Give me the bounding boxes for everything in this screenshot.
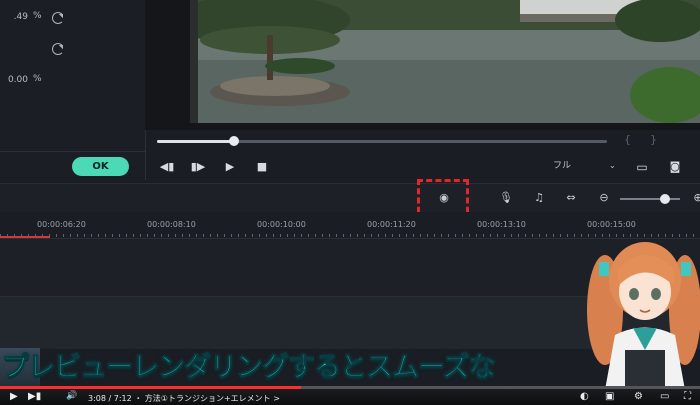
- reset-icon[interactable]: [52, 12, 64, 24]
- ruler-ticks: [0, 234, 700, 237]
- mark-in-icon[interactable]: {: [624, 133, 631, 146]
- ruler-tick-label: 00:00:08:10: [147, 220, 196, 229]
- subtitles-icon[interactable]: ▣: [605, 391, 614, 402]
- mark-out-icon[interactable]: }: [650, 133, 657, 146]
- ruler-tick-label: 00:00:11:20: [367, 220, 416, 229]
- subtitle-caption: プレビューレンダリングするとスムーズな: [2, 352, 497, 384]
- fit-timeline-icon[interactable]: ⇔: [563, 190, 579, 206]
- preview-progress-fill: [157, 140, 234, 143]
- autoplay-toggle-icon[interactable]: ◐: [580, 391, 589, 402]
- zoom-in-icon[interactable]: ⊕: [690, 190, 700, 206]
- property-unit: %: [33, 74, 42, 84]
- property-value[interactable]: 0.00: [0, 72, 28, 88]
- preview-video: [190, 0, 700, 123]
- previous-frame-icon[interactable]: ◀▮: [158, 158, 176, 176]
- zoom-slider-track[interactable]: [620, 198, 680, 200]
- ruler-tick-label: 00:00:15:00: [587, 220, 636, 229]
- timeline-toolbar: [0, 183, 700, 212]
- reset-icon[interactable]: [52, 43, 64, 55]
- divider: [0, 151, 145, 152]
- property-value[interactable]: .49: [0, 9, 28, 25]
- ruler-tick-label: 00:00:06:20: [37, 220, 86, 229]
- japanese-garden-image: [190, 0, 700, 123]
- audio-file-icon[interactable]: ♫: [531, 190, 547, 206]
- zoom-slider-handle[interactable]: [660, 194, 670, 204]
- ok-button[interactable]: OK: [72, 157, 129, 176]
- player-time-chapter[interactable]: 3:08 / 7:12 ・ 方法①トランジション+エレメント >: [88, 393, 280, 404]
- chevron-down-icon: ⌄: [609, 161, 616, 170]
- fullscreen-icon[interactable]: ⛶: [684, 391, 691, 402]
- next-icon[interactable]: ▶▮: [28, 391, 41, 402]
- player-progress-fill: [0, 386, 301, 389]
- monitor-icon[interactable]: ▭: [633, 158, 651, 176]
- preview-progress-handle[interactable]: [228, 136, 239, 146]
- gear-icon[interactable]: ⚙: [634, 391, 643, 402]
- volume-icon[interactable]: 🔊: [66, 391, 77, 401]
- ruler-tick-label: 00:00:10:00: [257, 220, 306, 229]
- next-frame-icon[interactable]: ▮▶: [189, 158, 207, 176]
- properties-panel: .49 % 0.00 %: [0, 0, 146, 180]
- play-icon[interactable]: ▶: [221, 158, 239, 176]
- zoom-out-icon[interactable]: ⊖: [596, 190, 612, 206]
- property-unit: %: [33, 11, 42, 21]
- ruler-tick-label: 00:00:13:10: [477, 220, 526, 229]
- preview-quality-select[interactable]: フル ⌄: [553, 157, 616, 175]
- miniplayer-icon[interactable]: ▭: [660, 391, 669, 402]
- play-icon[interactable]: ▶: [10, 391, 18, 402]
- stop-icon[interactable]: ■: [253, 158, 271, 176]
- microphone-icon[interactable]: 🎙: [498, 190, 514, 206]
- preview-quality-label: フル: [553, 161, 572, 171]
- snapshot-icon[interactable]: ◙: [666, 158, 684, 176]
